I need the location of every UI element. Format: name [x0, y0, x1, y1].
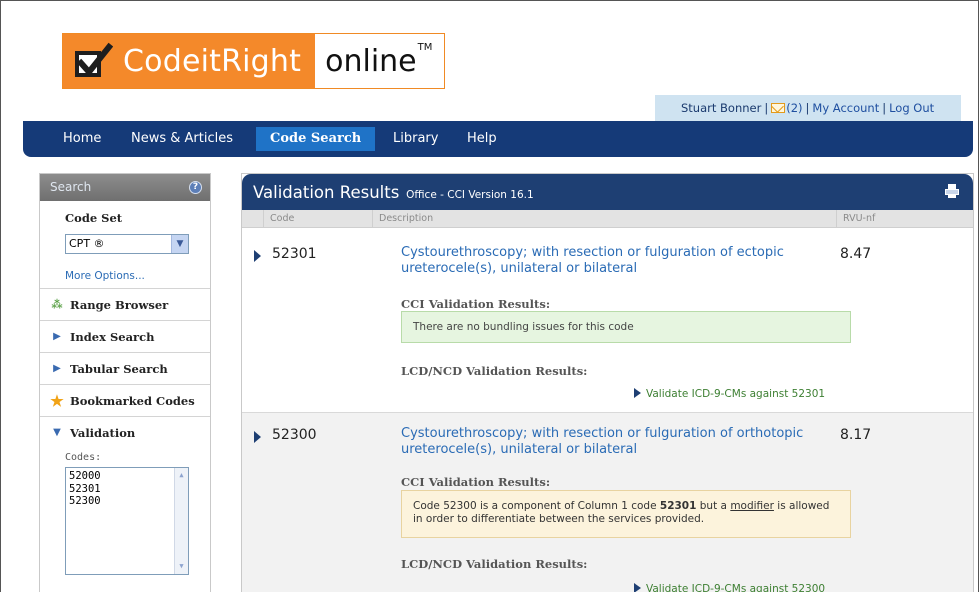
arrow-right-icon	[634, 583, 641, 592]
sidebar-item-tabular-search[interactable]: ▶ Tabular Search	[40, 352, 210, 384]
panel-subtitle: Office - CCI Version 16.1	[406, 189, 534, 201]
code-entry: 52301	[69, 482, 101, 495]
nav-home[interactable]: Home	[57, 121, 107, 157]
more-options-link[interactable]: More Options...	[65, 270, 210, 288]
code-entry: 52000	[69, 470, 101, 482]
checkbox-logo-icon	[73, 41, 113, 81]
result-row: 52301 Cystourethroscopy; with resection …	[242, 230, 973, 412]
result-code[interactable]: 52301	[272, 246, 317, 262]
sidebar-item-index-search[interactable]: ▶ Index Search	[40, 320, 210, 352]
validate-link-label: Validate ICD-9-CMs against 52301	[646, 388, 826, 400]
code-set-section: Code Set CPT ® ▼ More Options...	[40, 201, 210, 288]
warning-text: Code 52300 is a component of Column 1 co…	[413, 500, 660, 512]
logo-white-block: online TM	[315, 34, 445, 88]
sidebar-item-label: Range Browser	[70, 297, 169, 312]
nav-help[interactable]: Help	[461, 121, 503, 157]
sidebar-header: Search ?	[40, 174, 210, 201]
logout-link[interactable]: Log Out	[889, 101, 934, 115]
triangle-right-icon: ▶	[53, 363, 61, 374]
scroll-up-icon[interactable]: ▲	[176, 470, 187, 481]
tree-icon: ⁂	[51, 298, 63, 311]
scroll-down-icon[interactable]: ▼	[176, 561, 187, 572]
triangle-right-icon: ▶	[53, 331, 61, 342]
codes-textarea[interactable]: 52000 52301 52300 ▲ ▼	[65, 467, 189, 575]
logo-orange-block: CodeitRight	[63, 34, 316, 88]
cci-label: CCI Validation Results:	[401, 475, 551, 489]
expand-triangle-icon[interactable]	[254, 250, 261, 262]
sidebar-item-label: Tabular Search	[70, 361, 168, 376]
separator: |	[764, 101, 769, 115]
validate-link-label: Validate ICD-9-CMs against 52300	[646, 583, 826, 592]
sidebar-item-range-browser[interactable]: ⁂ Range Browser	[40, 288, 210, 320]
nav-news-articles[interactable]: News & Articles	[125, 121, 239, 157]
print-icon[interactable]	[945, 184, 959, 198]
column-header-rvu[interactable]: RVU-nf	[836, 210, 875, 228]
textarea-scrollbar[interactable]: ▲ ▼	[174, 468, 188, 574]
column-header-description[interactable]: Description	[372, 210, 433, 228]
trademark: TM	[417, 42, 433, 53]
panel-header: Validation Results Office - CCI Version …	[242, 174, 973, 210]
my-account-link[interactable]: My Account	[812, 101, 879, 115]
column-headers: Code Description RVU-nf	[242, 210, 973, 228]
panel-title: Validation Results	[253, 183, 400, 202]
result-row: 52300 Cystourethroscopy; with resection …	[242, 412, 973, 592]
chevron-down-icon[interactable]: ▼	[171, 235, 188, 253]
triangle-down-icon: ▼	[53, 427, 61, 438]
codeitright-logo[interactable]: CodeitRight online TM	[62, 33, 446, 89]
result-description[interactable]: Cystourethroscopy; with resection or ful…	[401, 426, 843, 458]
lcd-label: LCD/NCD Validation Results:	[401, 557, 588, 571]
user-name: Stuart Bonner	[681, 101, 762, 115]
sidebar-item-validation[interactable]: ▼ Validation	[40, 416, 210, 448]
user-bar: Stuart Bonner | (2) | My Account | Log O…	[655, 95, 961, 121]
sidebar-item-label: Validation	[70, 425, 136, 440]
sidebar-item-bookmarked-codes[interactable]: ★ Bookmarked Codes	[40, 384, 210, 416]
help-icon[interactable]: ?	[189, 181, 202, 194]
messages-count: (2)	[786, 101, 803, 115]
messages-link[interactable]: (2)	[771, 101, 803, 115]
validation-results-panel: Validation Results Office - CCI Version …	[241, 173, 974, 592]
arrow-right-icon	[634, 388, 641, 398]
logo-suffix: online	[325, 44, 417, 79]
code-set-value: CPT ®	[69, 237, 105, 250]
separator: |	[805, 101, 810, 115]
validate-link[interactable]: Validate ICD-9-CMs against 52300	[634, 583, 825, 592]
main-nav: Home News & Articles Code Search Library…	[23, 121, 973, 157]
column-1-code: 52301	[659, 500, 697, 512]
star-icon: ★	[50, 391, 64, 410]
sidebar-item-label: Index Search	[70, 329, 155, 344]
result-rvu: 8.47	[840, 246, 872, 262]
page-frame: CodeitRight online TM Stuart Bonner | (2…	[0, 0, 979, 592]
result-code[interactable]: 52300	[272, 427, 317, 443]
result-description[interactable]: Cystourethroscopy; with resection or ful…	[401, 245, 843, 277]
expand-triangle-icon[interactable]	[254, 431, 261, 443]
logo-brand-name: CodeitRight	[123, 43, 302, 79]
search-sidebar: Search ? Code Set CPT ® ▼ More Options..…	[39, 173, 211, 592]
result-rvu: 8.17	[840, 427, 872, 443]
code-set-select[interactable]: CPT ® ▼	[65, 234, 189, 254]
cci-label: CCI Validation Results:	[401, 297, 551, 311]
column-header-code[interactable]: Code	[263, 210, 294, 228]
nav-code-search[interactable]: Code Search	[256, 127, 376, 151]
nav-library[interactable]: Library	[387, 121, 444, 157]
lcd-label: LCD/NCD Validation Results:	[401, 364, 588, 378]
cci-message-ok: There are no bundling issues for this co…	[401, 311, 851, 343]
validate-link[interactable]: Validate ICD-9-CMs against 52301	[634, 388, 825, 400]
sidebar-title: Search	[50, 180, 92, 194]
warning-text: but a	[696, 500, 731, 512]
cci-message-warning: Code 52300 is a component of Column 1 co…	[401, 490, 851, 538]
codes-label: Codes:	[65, 452, 102, 463]
separator: |	[882, 101, 887, 115]
code-entry: 52300	[69, 495, 101, 507]
mail-icon	[771, 103, 786, 113]
modifier-link[interactable]: modifier	[730, 500, 774, 512]
sidebar-item-label: Bookmarked Codes	[70, 393, 195, 408]
code-set-label: Code Set	[65, 211, 123, 225]
